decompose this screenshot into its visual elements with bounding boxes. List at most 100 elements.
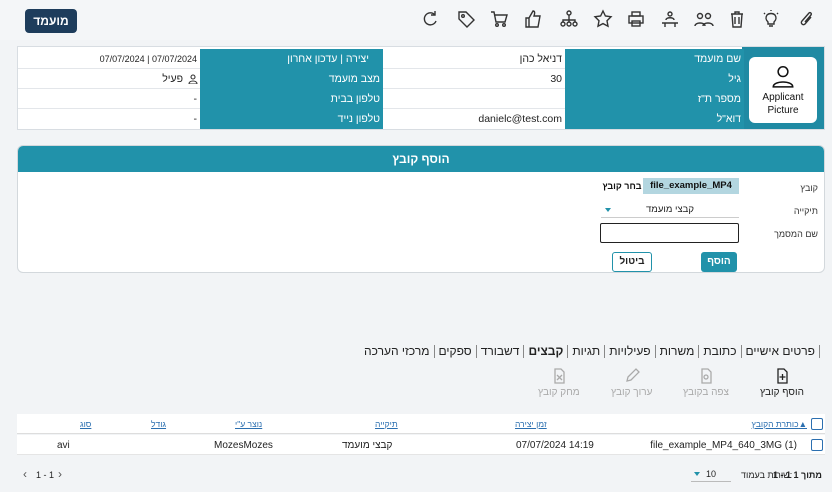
pager-range: 1 - 1 xyxy=(36,470,55,480)
edit-file-action[interactable]: ערוך קובץ xyxy=(611,368,652,398)
table-row[interactable]: file_example_MP4_640_3MG (1) 07/07/2024 … xyxy=(17,435,825,455)
print-icon[interactable] xyxy=(625,8,647,30)
add-file-action-label: הוסף קובץ xyxy=(760,387,804,398)
picture-label-2: Picture xyxy=(767,105,799,116)
add-file-panel: הוסף קובץ קובץ file_example_MP4 בחר קובץ… xyxy=(17,145,825,273)
folder-label: תיקייה xyxy=(793,206,818,216)
email-value: danielc@test.com xyxy=(478,113,562,125)
mobile-label: טלפון נייד xyxy=(200,109,383,129)
home-phone-label: טלפון בבית xyxy=(200,89,383,109)
chevron-down-icon xyxy=(694,472,700,476)
sort-up-icon: ▲ xyxy=(798,419,807,429)
lightbulb-icon[interactable] xyxy=(760,8,782,30)
add-button[interactable]: הוסף xyxy=(701,252,737,272)
header-size[interactable]: גודל xyxy=(151,419,166,429)
email-label: דוא"ל xyxy=(565,109,744,129)
status-value: פעיל xyxy=(162,73,183,85)
header-folder[interactable]: תיקייה xyxy=(375,419,398,429)
header-creator[interactable]: נוצר ע"י xyxy=(235,419,262,429)
cell-title: file_example_MP4_640_3MG (1) xyxy=(650,440,797,451)
user-icon xyxy=(772,66,794,88)
tab-address[interactable]: כתובת xyxy=(699,345,742,358)
add-file-icon xyxy=(777,368,788,384)
header-title-text: כותרת הקובץ xyxy=(751,419,799,429)
view-file-action-label: צפה בקובץ xyxy=(683,387,729,398)
cell-created: 07/07/2024 14:19 xyxy=(516,440,594,451)
profile-row: דוא"ל danielc@test.com טלפון נייד - xyxy=(18,109,744,129)
tab-jobs[interactable]: משרות xyxy=(656,345,700,358)
rows-per-page-label: שורות בעמוד: xyxy=(741,470,793,480)
table-header: כותרת הקובץ▲ זמן יצירה תיקייה נוצר ע"י ג… xyxy=(17,414,825,434)
tab-dashboard[interactable]: דשבורד xyxy=(477,345,525,358)
delete-file-icon xyxy=(554,368,565,384)
header-created[interactable]: זמן יצירה xyxy=(515,419,547,429)
id-label: מספר ת"ז xyxy=(565,89,744,109)
tab-tags[interactable]: תגיות xyxy=(568,345,606,358)
tab-activities[interactable]: פעילויות xyxy=(605,345,656,358)
delete-file-action-label: מחק קובץ xyxy=(538,387,580,398)
tab-bar: פרטים אישיים כתובת משרות פעילויות תגיות … xyxy=(360,345,820,358)
profile-row: שם מועמד דניאל כהן יצירה | עדכון אחרון 0… xyxy=(18,49,744,69)
tab-personal[interactable]: פרטים אישיים xyxy=(742,345,820,358)
profile-panel: Applicant Picture שם מועמד דניאל כהן יצי… xyxy=(17,46,825,130)
meeting-icon[interactable] xyxy=(659,8,681,30)
profile-row: גיל 30 מצב מועמד פעיל xyxy=(18,69,744,89)
created-label: יצירה | עדכון אחרון xyxy=(200,49,383,69)
row-checkbox[interactable] xyxy=(811,439,823,451)
mobile-value: - xyxy=(193,113,198,125)
tab-files[interactable]: קבצים xyxy=(524,345,569,358)
people-icon[interactable] xyxy=(693,8,715,30)
status-label: מצב מועמד xyxy=(200,69,383,89)
created-value: 07/07/2024 | 07/07/2024 xyxy=(99,54,197,64)
folder-select-value: קבצי מועמד xyxy=(646,204,694,215)
select-all-checkbox[interactable] xyxy=(811,418,823,430)
flag-icon[interactable] xyxy=(388,55,397,64)
photo-column: Applicant Picture xyxy=(742,47,824,129)
add-file-action[interactable]: הוסף קובץ xyxy=(760,368,804,398)
header-title[interactable]: כותרת הקובץ▲ xyxy=(752,419,807,429)
trash-icon[interactable] xyxy=(726,8,748,30)
chevron-down-icon xyxy=(605,208,611,212)
name-value: דניאל כהן xyxy=(519,53,562,65)
name-label: שם מועמד xyxy=(565,49,744,69)
age-label: גיל xyxy=(565,69,744,89)
edit-file-action-label: ערוך קובץ xyxy=(611,387,653,398)
delete-file-action[interactable]: מחק קובץ xyxy=(538,368,580,398)
pencil-icon xyxy=(625,368,640,382)
choose-file-button[interactable]: בחר קובץ xyxy=(601,178,643,194)
star-icon[interactable] xyxy=(592,8,614,30)
picture-label-1: Applicant xyxy=(762,92,804,103)
header-type[interactable]: סוג xyxy=(80,419,91,429)
selected-file-name: file_example_MP4 xyxy=(643,178,739,194)
tab-suppliers[interactable]: ספקים xyxy=(435,345,477,358)
applicant-picture[interactable]: Applicant Picture xyxy=(749,57,817,123)
refresh-icon[interactable] xyxy=(419,8,441,30)
id-value xyxy=(383,89,565,109)
cell-folder: קבצי מועמד xyxy=(342,440,393,451)
candidate-button[interactable]: מועמד xyxy=(25,9,77,33)
home-phone-value: - xyxy=(193,93,198,105)
folder-select[interactable]: קבצי מועמד xyxy=(601,202,739,218)
view-file-action[interactable]: צפה בקובץ xyxy=(683,368,729,398)
profile-row: מספר ת"ז טלפון בבית - xyxy=(18,89,744,109)
cancel-button[interactable]: ביטול xyxy=(612,252,652,272)
rows-per-page-value: 10 xyxy=(705,469,716,479)
toolbar: מועמד xyxy=(0,0,832,40)
tab-assessment-centers[interactable]: מרכזי הערכה xyxy=(360,345,435,358)
docname-input[interactable] xyxy=(600,223,739,243)
cart-icon[interactable] xyxy=(488,8,510,30)
chevron-right-icon[interactable]: › xyxy=(58,467,62,481)
age-value: 30 xyxy=(550,73,562,85)
tag-icon[interactable] xyxy=(455,8,477,30)
cell-creator: MozesMozes xyxy=(214,440,273,451)
chevron-left-icon[interactable]: ‹ xyxy=(23,467,27,481)
docname-label: שם המסמך xyxy=(774,229,818,239)
file-label: קובץ xyxy=(800,183,818,193)
thumbs-up-icon[interactable] xyxy=(522,8,544,30)
paperclip-icon[interactable] xyxy=(795,8,817,30)
view-file-icon xyxy=(701,368,712,384)
add-file-title: הוסף קובץ xyxy=(18,146,824,172)
rows-per-page-select[interactable]: 10 xyxy=(691,466,731,482)
cell-type: avi xyxy=(57,440,70,451)
hierarchy-icon[interactable] xyxy=(558,8,580,30)
